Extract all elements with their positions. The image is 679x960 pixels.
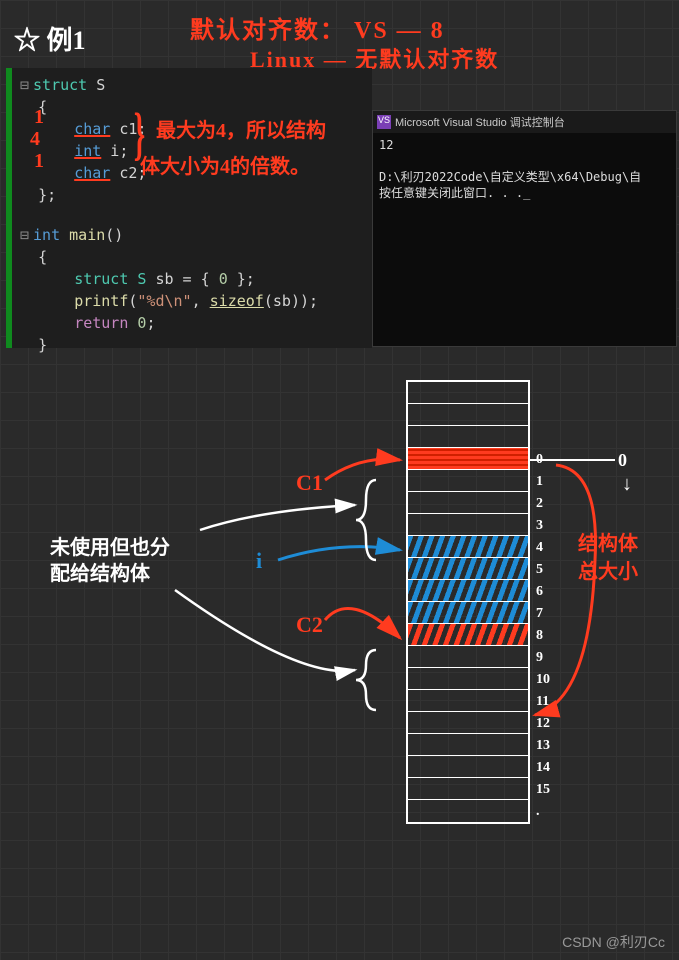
mem-index-15: 15 bbox=[536, 782, 550, 798]
mem-index-11: 11 bbox=[536, 694, 549, 710]
mem-index-dot1: . bbox=[536, 804, 540, 820]
mem-index-3: 3 bbox=[536, 518, 543, 534]
console-prompt: 按任意键关闭此窗口. . ._ bbox=[379, 186, 530, 200]
code-decl-var: sb bbox=[155, 270, 173, 288]
code-decl-type: struct S bbox=[74, 270, 155, 288]
mem-index-12: 12 bbox=[536, 716, 550, 732]
label-c2: C2 bbox=[296, 612, 323, 638]
code-printf: printf bbox=[74, 292, 128, 310]
mem-index-2: 2 bbox=[536, 496, 543, 512]
mem-cell-9-pad bbox=[408, 646, 528, 668]
mem-cell-0-c1 bbox=[408, 448, 528, 470]
mem-index-13: 13 bbox=[536, 738, 550, 754]
code-type-char2: char bbox=[74, 164, 110, 182]
mem-cell-header3 bbox=[408, 426, 528, 448]
mem-index-4: 4 bbox=[536, 540, 543, 556]
console-title-text: Microsoft Visual Studio 调试控制台 bbox=[395, 114, 565, 130]
code-main-paren: () bbox=[105, 226, 123, 244]
label-i: i bbox=[256, 548, 262, 574]
mem-cell-12 bbox=[408, 712, 528, 734]
watermark: CSDN @利刃Cc bbox=[562, 932, 665, 952]
mem-index-0: 0 bbox=[536, 452, 543, 468]
mem-index-14: 14 bbox=[536, 760, 550, 776]
label-unused-padding: 未使用但也分 配给结构体 bbox=[50, 535, 170, 587]
code-main-name: main bbox=[69, 226, 105, 244]
code-decl-end: }; bbox=[228, 270, 255, 288]
code-type-int: int bbox=[74, 142, 101, 160]
code-type-char1: char bbox=[74, 120, 110, 138]
code-comma: , bbox=[192, 292, 210, 310]
mem-index-6: 6 bbox=[536, 584, 543, 600]
code-main-open: { bbox=[38, 248, 47, 266]
code-format-string: "%d\n" bbox=[137, 292, 191, 310]
code-sizeof-arg: sb bbox=[273, 292, 291, 310]
code-field-i: i; bbox=[101, 142, 128, 160]
label-c1: C1 bbox=[296, 470, 323, 496]
console-output: 12 bbox=[379, 138, 393, 152]
mem-cell-5-i bbox=[408, 558, 528, 580]
mem-cell-10-pad bbox=[408, 668, 528, 690]
mem-cell-15 bbox=[408, 778, 528, 800]
mem-index-10: 10 bbox=[536, 672, 550, 688]
size-annotation-c2: 1 bbox=[34, 150, 44, 173]
code-paren3: )) bbox=[291, 292, 309, 310]
mem-index-5: 5 bbox=[536, 562, 543, 578]
label-total-l2: 总大小 bbox=[578, 561, 638, 583]
mem-cell-1-pad bbox=[408, 470, 528, 492]
code-sizeof: sizeof bbox=[210, 292, 264, 310]
code-semi2: ; bbox=[146, 314, 155, 332]
mem-index-9: 9 bbox=[536, 650, 543, 666]
mem-cell-6-i bbox=[408, 580, 528, 602]
mem-cell-dots bbox=[408, 800, 528, 822]
label-total-size: 结构体 总大小 bbox=[578, 530, 638, 586]
label-unused-l1: 未使用但也分 bbox=[50, 537, 170, 559]
mem-cell-2-pad bbox=[408, 492, 528, 514]
mem-index-1: 1 bbox=[536, 474, 543, 490]
label-unused-l2: 配给结构体 bbox=[50, 563, 150, 585]
code-return: return bbox=[74, 314, 137, 332]
mem-index-8: 8 bbox=[536, 628, 543, 644]
mem-cell-8-c2 bbox=[408, 624, 528, 646]
console-path: D:\利刃2022Code\自定义类型\x64\Debug\自 bbox=[379, 170, 641, 184]
mem-index-7: 7 bbox=[536, 606, 543, 622]
example-title: ☆ 例1 bbox=[14, 20, 86, 57]
mem-cell-7-i bbox=[408, 602, 528, 624]
vs-icon: VS bbox=[377, 115, 391, 129]
console-body: 12 D:\利刃2022Code\自定义类型\x64\Debug\自 按任意键关… bbox=[373, 133, 676, 205]
label-zero-origin: 0 bbox=[618, 450, 627, 471]
arrow-down-icon: ↓ bbox=[622, 473, 632, 496]
code-decl-eq: = { bbox=[174, 270, 219, 288]
size-annotation-i: 4 bbox=[30, 128, 40, 151]
mem-cell-3-pad bbox=[408, 514, 528, 536]
mem-cell-4-i bbox=[408, 536, 528, 558]
mem-cell-header1 bbox=[408, 382, 528, 404]
code-brace-close: }; bbox=[38, 186, 56, 204]
code-paren2: ( bbox=[264, 292, 273, 310]
memory-layout-table bbox=[406, 380, 530, 824]
code-struct-name: S bbox=[87, 76, 105, 94]
label-total-l1: 结构体 bbox=[578, 533, 638, 555]
code-semi: ; bbox=[309, 292, 318, 310]
console-titlebar: VS Microsoft Visual Studio 调试控制台 bbox=[373, 111, 676, 133]
debug-console: VS Microsoft Visual Studio 调试控制台 12 D:\利… bbox=[372, 110, 677, 347]
size-annotation-c1: 1 bbox=[34, 106, 44, 129]
code-main-close: } bbox=[38, 336, 47, 354]
code-main-type: int bbox=[33, 226, 69, 244]
mem-cell-11-pad bbox=[408, 690, 528, 712]
annotation-default-align-vs: 默认对齐数： VS — 8 bbox=[190, 10, 445, 45]
mem-cell-13 bbox=[408, 734, 528, 756]
mem-cell-header2 bbox=[408, 404, 528, 426]
code-kw-struct: struct bbox=[33, 76, 87, 94]
code-editor: ⊟struct S { char c1; int i; char c2; }; … bbox=[6, 68, 372, 348]
size-note-line1: 最大为4，所以结构 bbox=[156, 114, 376, 143]
size-note-line2: 体大小为4的倍数。 bbox=[140, 150, 380, 179]
mem-cell-14 bbox=[408, 756, 528, 778]
code-decl-zero: 0 bbox=[219, 270, 228, 288]
